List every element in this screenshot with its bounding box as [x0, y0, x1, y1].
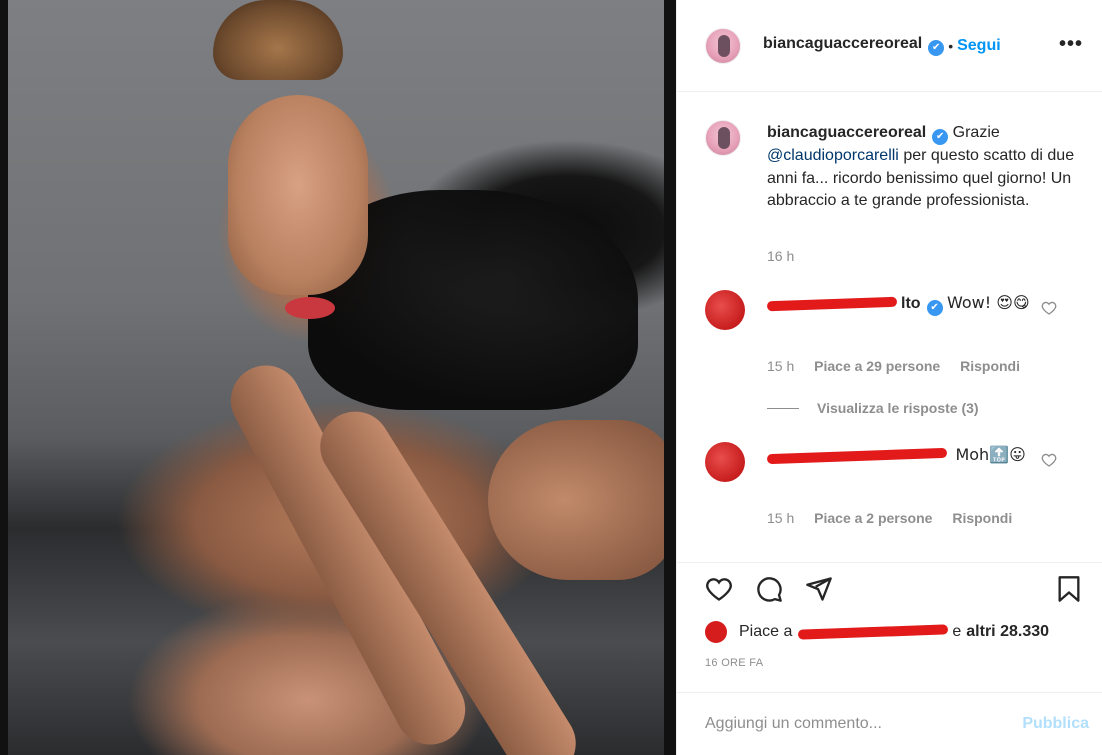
- comment-text: lto ✔ Wow! 😍😋: [766, 292, 1047, 316]
- comment-text: Moh🔝😛: [766, 444, 1047, 467]
- bookmark-icon[interactable]: [1055, 575, 1083, 603]
- photo-face: [228, 95, 368, 295]
- photo-hair: [213, 0, 343, 80]
- caption-time[interactable]: 16 h: [767, 248, 794, 264]
- comment-heart-icon[interactable]: [1041, 300, 1057, 316]
- more-icon[interactable]: •••: [1059, 34, 1083, 54]
- caption-text: biancaguaccereoreal ✔ Grazie @claudioporc…: [767, 122, 1077, 213]
- likes-suffix: e: [952, 623, 962, 640]
- post-side-panel: biancaguaccereoreal ✔ • Segui ••• biancag…: [676, 0, 1102, 755]
- header-separator: •: [948, 37, 954, 54]
- comment-avatar[interactable]: [705, 290, 745, 330]
- author-username[interactable]: biancaguaccereoreal ✔: [763, 35, 945, 56]
- reply-button[interactable]: Rispondi: [960, 358, 1020, 374]
- comment-body: Wow! 😍😋: [947, 293, 1030, 312]
- comment-time[interactable]: 15 h: [767, 510, 794, 526]
- publish-button[interactable]: Pubblica: [1022, 715, 1089, 733]
- comment-item: Moh🔝😛 15 h Piace a 2 persone Rispondi: [705, 442, 1085, 532]
- redacted-username: [766, 447, 948, 464]
- comment-username-suffix[interactable]: lto: [901, 295, 921, 312]
- liker-avatar[interactable]: [705, 621, 727, 643]
- photo-leg: [488, 420, 664, 580]
- view-replies-button[interactable]: Visualizza le risposte (3): [767, 400, 979, 416]
- caption-username[interactable]: biancaguaccereoreal: [767, 124, 926, 141]
- post-header: biancaguaccereoreal ✔ • Segui •••: [677, 0, 1102, 92]
- comments-section: biancaguaccereoreal ✔ Grazie @claudioporc…: [677, 92, 1102, 562]
- comment-meta: 15 h Piace a 29 persone Rispondi: [767, 358, 1036, 374]
- comment-meta: 15 h Piace a 2 persone Rispondi: [767, 510, 1028, 526]
- photo-lips: [285, 297, 335, 319]
- comment-time[interactable]: 15 h: [767, 358, 794, 374]
- comment-icon[interactable]: [755, 575, 783, 603]
- redacted-username: [766, 296, 898, 312]
- likes-prefix: Piace a: [739, 623, 793, 640]
- replies-line: [767, 407, 799, 409]
- caption-mention[interactable]: @claudioporcarelli: [767, 147, 899, 164]
- verified-icon: ✔: [932, 129, 949, 145]
- share-icon[interactable]: [805, 575, 833, 603]
- view-replies-label: Visualizza le risposte (3): [817, 400, 979, 416]
- comment-likes[interactable]: Piace a 2 persone: [814, 510, 932, 526]
- comment-likes[interactable]: Piace a 29 persone: [814, 358, 940, 374]
- caption-text-start: Grazie: [952, 124, 1000, 141]
- verified-icon: ✔: [926, 300, 943, 316]
- post-photo[interactable]: [8, 0, 664, 755]
- redacted-liker: [798, 624, 949, 640]
- verified-icon: ✔: [928, 40, 945, 56]
- caption-avatar[interactable]: [705, 120, 741, 156]
- post-actions: Piace a e altri 28.330 16 ORE FA: [677, 562, 1102, 692]
- add-comment-bar: Pubblica: [677, 692, 1102, 755]
- post-timestamp[interactable]: 16 ORE FA: [705, 657, 763, 669]
- likes-summary: Piace a e altri 28.330: [705, 621, 1049, 643]
- comment-heart-icon[interactable]: [1041, 452, 1057, 468]
- comment-avatar[interactable]: [705, 442, 745, 482]
- author-avatar[interactable]: [705, 27, 741, 64]
- follow-button[interactable]: Segui: [957, 37, 1001, 55]
- comment-body: Moh🔝😛: [955, 445, 1026, 464]
- comment-item: lto ✔ Wow! 😍😋 15 h Piace a 29 persone Ris…: [705, 290, 1085, 380]
- comment-input[interactable]: [705, 715, 1023, 733]
- post-media[interactable]: [0, 0, 676, 755]
- heart-icon[interactable]: [705, 575, 733, 603]
- likes-others[interactable]: altri 28.330: [966, 623, 1049, 641]
- reply-button[interactable]: Rispondi: [952, 510, 1012, 526]
